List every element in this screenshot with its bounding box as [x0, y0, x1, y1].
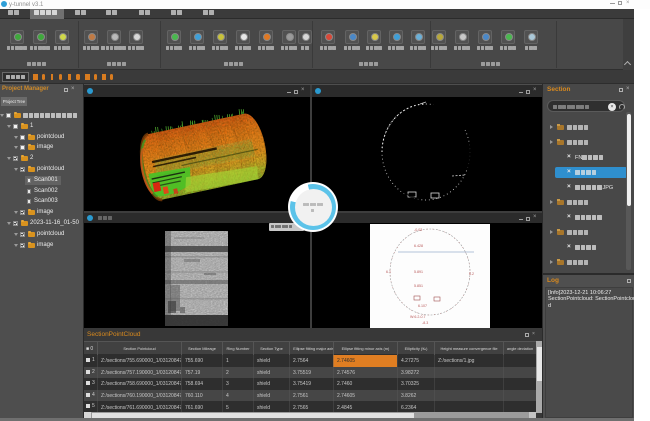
- svg-text:6.1: 6.1: [386, 270, 391, 274]
- svg-text:6.107: 6.107: [418, 304, 427, 308]
- svg-text:6.2: 6.2: [469, 272, 474, 276]
- svg-text:-8.3: -8.3: [422, 321, 428, 325]
- svg-text:5.851: 5.851: [414, 284, 423, 288]
- svg-text:6.428: 6.428: [414, 244, 423, 248]
- svg-text:-0.02: -0.02: [414, 228, 422, 232]
- svg-text:5.891: 5.891: [414, 270, 423, 274]
- svg-text:W:6.2-0.7: W:6.2-0.7: [410, 315, 426, 319]
